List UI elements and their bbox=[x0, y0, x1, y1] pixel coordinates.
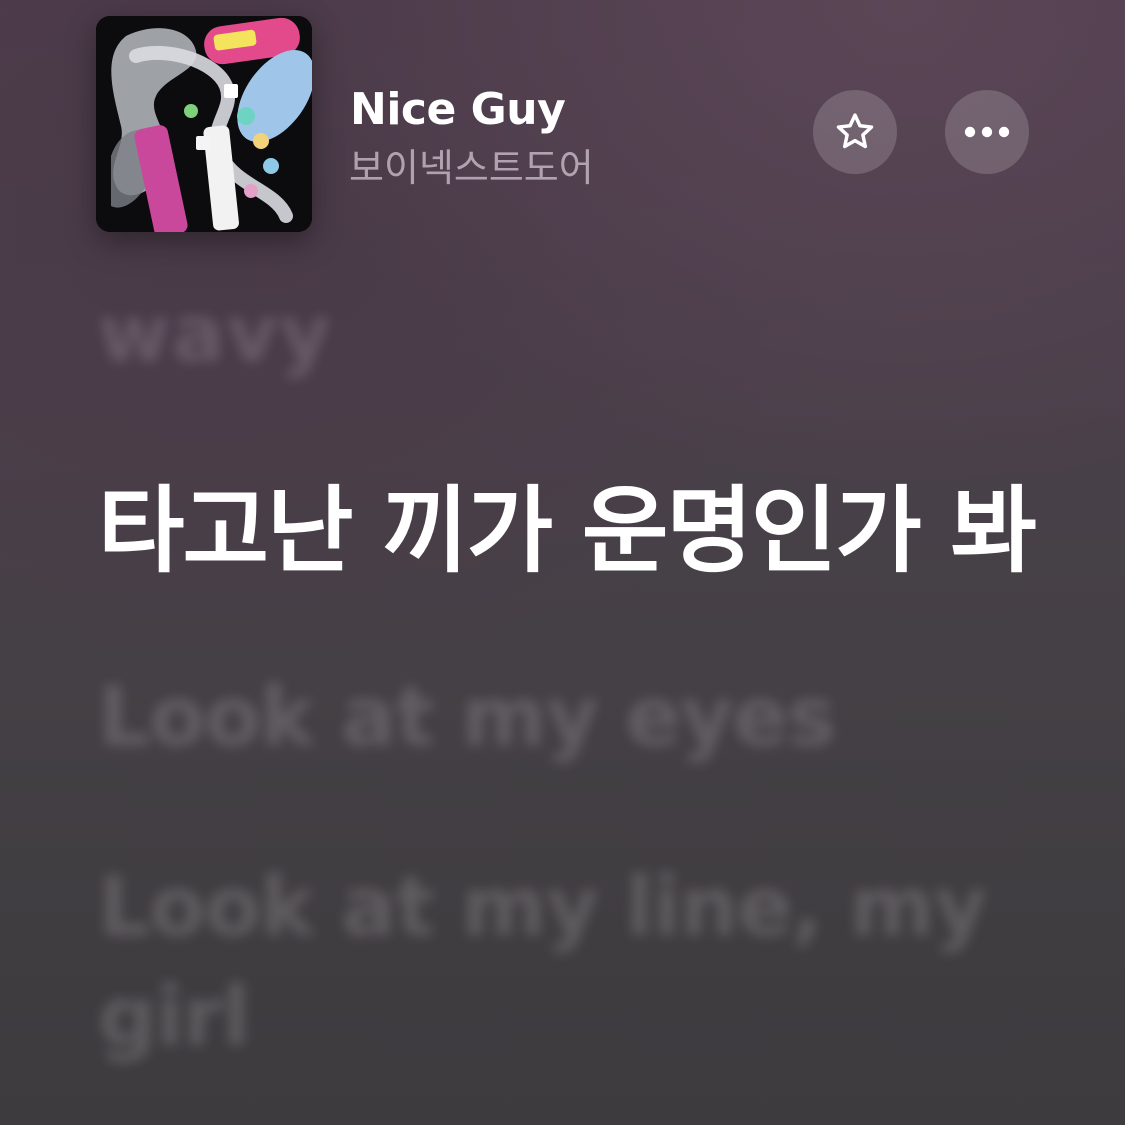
lyric-line-next[interactable]: Look at my eyes bbox=[98, 663, 836, 773]
album-artwork[interactable] bbox=[96, 16, 312, 232]
lyrics-screen: Nice Guy 보이넥스트도어 wavy 타고난 끼가 운명인가 봐 Look… bbox=[0, 0, 1125, 1125]
artist-name[interactable]: 보이넥스트도어 bbox=[349, 137, 594, 192]
lyric-line-previous[interactable]: wavy bbox=[98, 290, 332, 380]
star-icon bbox=[833, 110, 877, 154]
album-artwork-image bbox=[96, 16, 312, 232]
lyric-line-next[interactable]: Look at my line, my girl bbox=[98, 853, 1058, 1073]
favorite-button[interactable] bbox=[813, 90, 897, 174]
lyric-line-current[interactable]: 타고난 끼가 운명인가 봐 bbox=[98, 455, 1037, 591]
song-title: Nice Guy bbox=[350, 84, 566, 135]
more-options-button[interactable] bbox=[945, 90, 1029, 174]
ellipsis-icon bbox=[962, 125, 1012, 139]
